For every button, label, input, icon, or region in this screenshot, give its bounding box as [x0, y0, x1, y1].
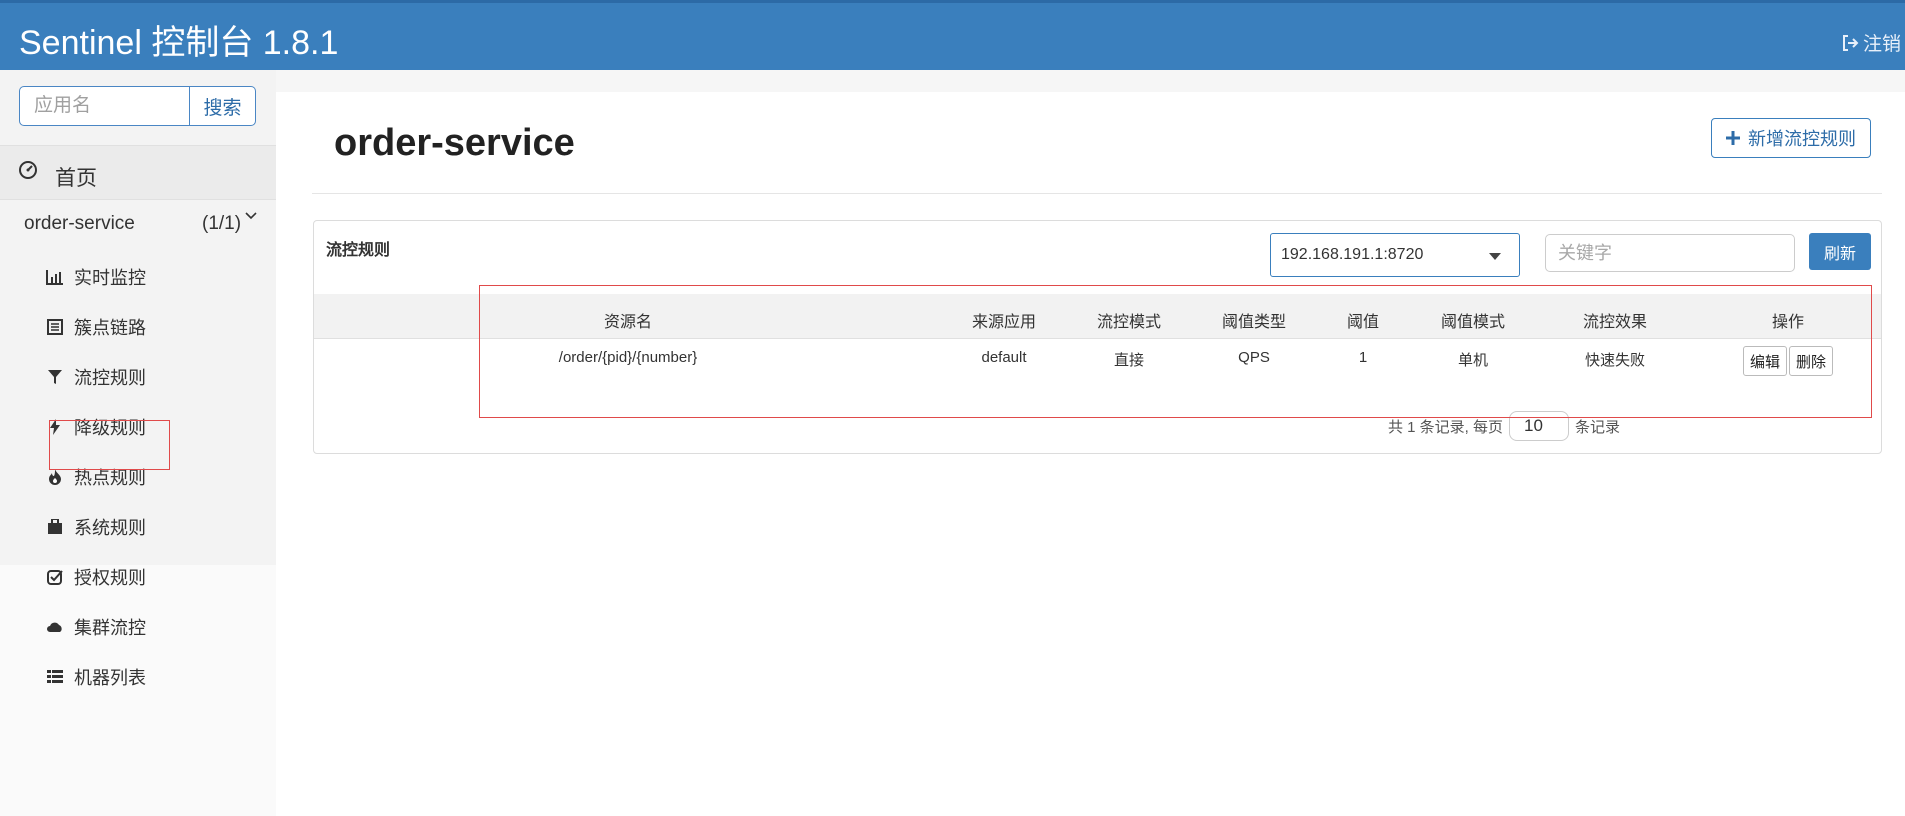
app-search-input[interactable] — [19, 86, 190, 126]
dashboard-icon — [18, 160, 38, 185]
cell-limit-app: default — [981, 349, 1027, 366]
edit-button[interactable]: 编辑 — [1743, 346, 1788, 376]
app-machine-count: (1/1) — [202, 213, 242, 234]
fire-icon — [44, 469, 66, 485]
sidebar-item-cluster-link[interactable]: 簇点链路 — [44, 312, 264, 342]
active-item-highlight — [49, 420, 170, 470]
sidebar-item-label: 集群流控 — [74, 618, 146, 638]
chevron-down-icon — [245, 209, 257, 224]
cell-count: 1 — [1358, 349, 1368, 366]
col-control-behavior: 流控效果 — [1582, 314, 1648, 331]
th-list-icon — [44, 670, 66, 684]
sidebar-item-label: 流控规则 — [74, 368, 146, 388]
cell-control-behavior: 快速失败 — [1584, 352, 1646, 369]
col-limit-app: 来源应用 — [971, 314, 1037, 331]
col-count: 阈值 — [1346, 314, 1380, 331]
sidebar-item-realtime-monitor[interactable]: 实时监控 — [44, 262, 264, 292]
sidebar-item-label: 机器列表 — [74, 668, 146, 688]
app-search: 搜索 — [19, 86, 256, 126]
main-card: order-service 新增流控规则 流控规则 192.168.191.1:… — [276, 92, 1905, 746]
logout-link[interactable]: 注销 — [1841, 29, 1901, 56]
sidebar-item-label: 簇点链路 — [74, 318, 146, 338]
check-square-icon — [44, 569, 66, 585]
machine-select[interactable]: 192.168.191.1:8720 — [1270, 233, 1520, 277]
cell-strategy: 直接 — [1113, 352, 1145, 369]
cell-cluster-mode: 单机 — [1457, 352, 1489, 369]
add-flow-rule-button[interactable]: 新增流控规则 — [1711, 118, 1871, 158]
pagination: 共 1 条记录, 每页 条记录 — [1388, 411, 1620, 441]
logout-label: 注销 — [1862, 34, 1901, 55]
page-size-input[interactable] — [1509, 411, 1570, 441]
sidebar-item-label: 授权规则 — [74, 568, 146, 588]
plus-icon — [1726, 131, 1740, 145]
app-search-button[interactable]: 搜索 — [190, 86, 256, 126]
top-navbar: Sentinel 控制台 1.8.1 注销 — [0, 0, 1905, 70]
cloud-icon — [44, 621, 66, 633]
col-strategy: 流控模式 — [1096, 314, 1162, 331]
sidebar-item-label: 实时监控 — [74, 268, 146, 288]
pager-prefix: 共 1 条记录, 每页 — [1388, 418, 1504, 436]
app-title[interactable]: Sentinel 控制台 1.8.1 — [19, 15, 338, 64]
divider — [312, 193, 1882, 194]
table-header: 资源名 来源应用 流控模式 阈值类型 阈值 阈值模式 流控效果 操作 — [314, 294, 1881, 339]
list-icon — [44, 319, 66, 335]
page-title: order-service — [334, 122, 575, 164]
keyword-input[interactable] — [1545, 234, 1795, 272]
pager-suffix: 条记录 — [1575, 418, 1621, 436]
sidebar-item-flow-rules[interactable]: 流控规则 — [44, 362, 264, 392]
sidebar-item-authority-rules[interactable]: 授权规则 — [44, 562, 264, 592]
col-cluster-mode: 阈值模式 — [1440, 314, 1506, 331]
caret-down-icon — [1489, 253, 1501, 260]
table-row: /order/{pid}/{number} default 直接 QPS 1 单… — [314, 339, 1881, 399]
machine-select-value: 192.168.191.1:8720 — [1281, 246, 1424, 263]
sign-out-icon — [1842, 34, 1859, 51]
col-grade: 阈值类型 — [1221, 314, 1287, 331]
bar-chart-icon — [44, 269, 66, 285]
flow-rules-panel: 流控规则 192.168.191.1:8720 刷新 资源名 来源应用 流控模式… — [313, 220, 1882, 454]
delete-button[interactable]: 删除 — [1789, 346, 1834, 376]
cell-grade: QPS — [1238, 349, 1270, 366]
app-name: order-service — [24, 213, 135, 234]
panel-title: 流控规则 — [326, 242, 391, 259]
sidebar-item-label: 系统规则 — [74, 518, 146, 538]
main-content: order-service 新增流控规则 流控规则 192.168.191.1:… — [276, 70, 1905, 746]
sidebar-app-order-service[interactable]: order-service (1/1) — [24, 212, 260, 243]
sidebar-item-home[interactable]: 首页 — [0, 145, 276, 200]
cell-resource: /order/{pid}/{number} — [558, 349, 698, 366]
filter-icon — [44, 369, 66, 385]
add-flow-rule-label: 新增流控规则 — [1748, 129, 1856, 149]
lock-icon — [44, 519, 66, 535]
sidebar-home-label: 首页 — [55, 167, 97, 190]
sidebar-item-cluster-flow[interactable]: 集群流控 — [44, 612, 264, 642]
col-resource: 资源名 — [603, 314, 653, 331]
col-operations: 操作 — [1771, 314, 1805, 331]
sidebar: 搜索 首页 order-service (1/1) 实时监控 簇点链路 流控规则… — [0, 70, 276, 816]
refresh-button[interactable]: 刷新 — [1809, 233, 1871, 270]
sidebar-item-machine-list[interactable]: 机器列表 — [44, 662, 264, 692]
sidebar-item-system-rules[interactable]: 系统规则 — [44, 512, 264, 542]
